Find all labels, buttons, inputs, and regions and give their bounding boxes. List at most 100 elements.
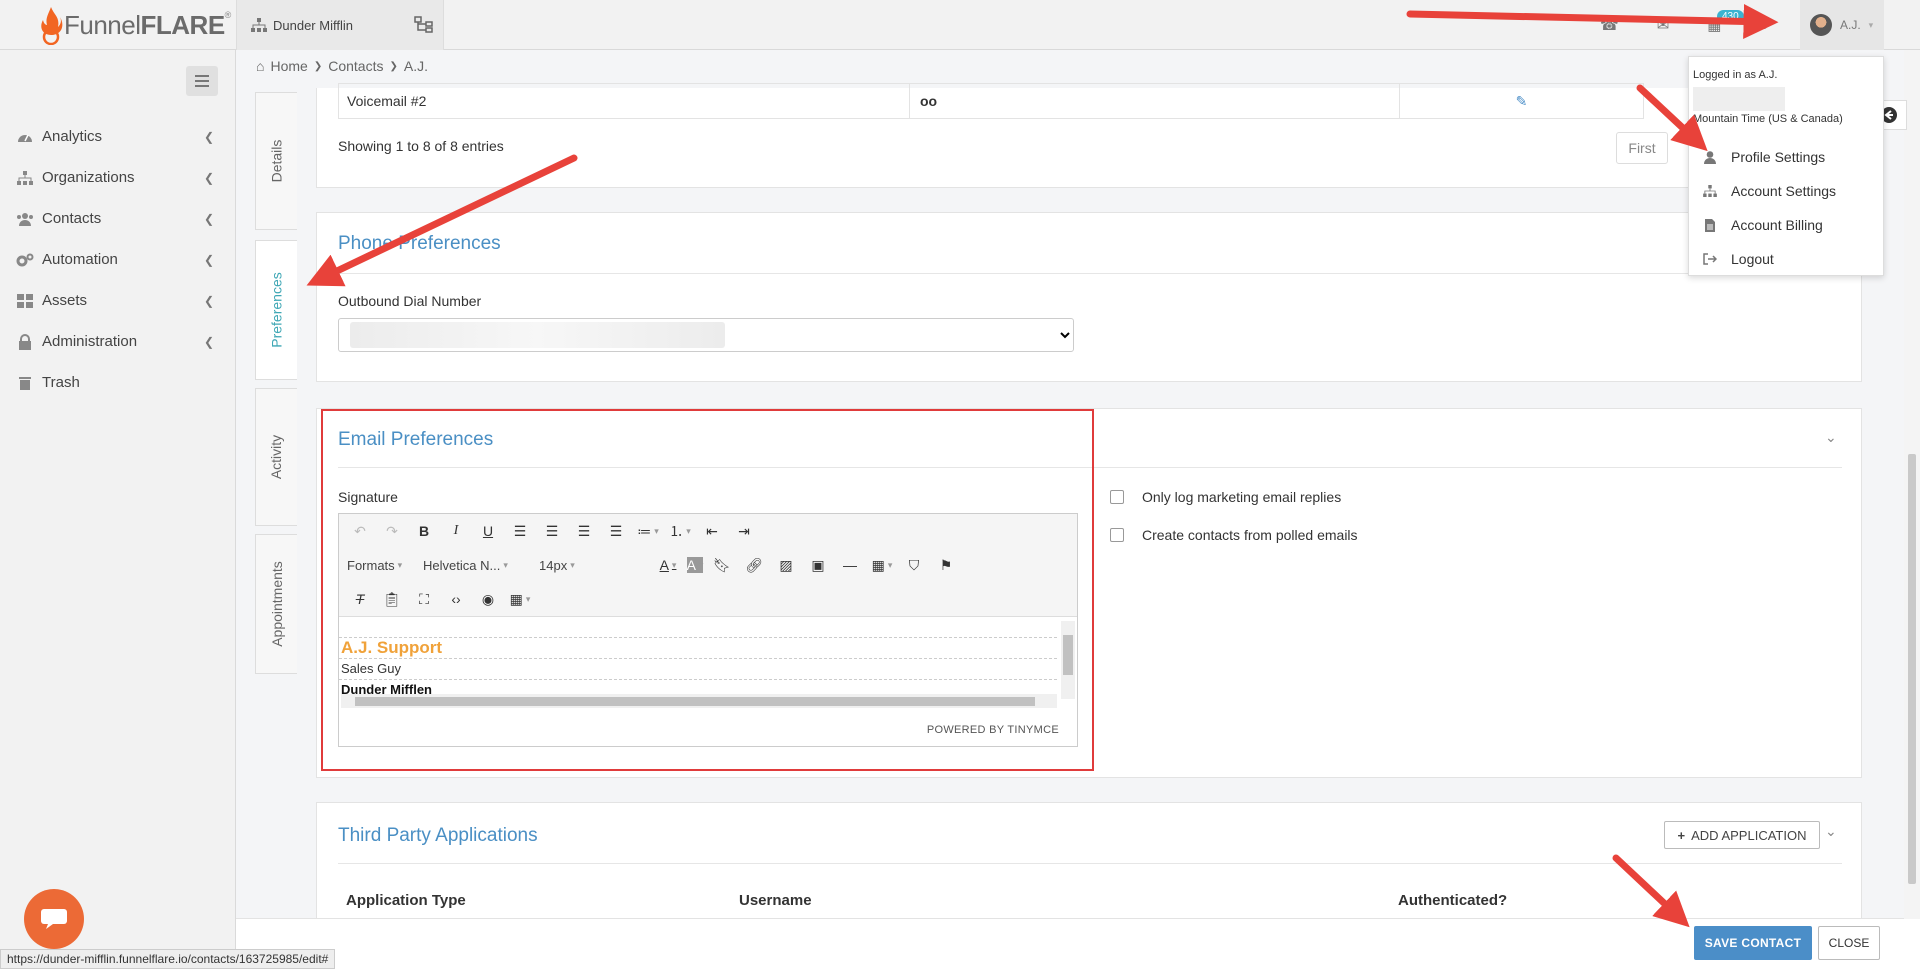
sidebar-item-contacts[interactable]: Contacts ❮ <box>0 198 236 239</box>
horizontal-rule-icon[interactable]: — <box>837 552 863 578</box>
create-contacts-checkbox[interactable] <box>1110 528 1124 542</box>
column-header: Username <box>739 892 812 909</box>
tree-icon <box>414 16 433 33</box>
tab-appointments[interactable]: Appointments <box>255 534 297 674</box>
flag-icon[interactable]: ⚑ <box>933 552 959 578</box>
chevron-right-icon: ❯ <box>389 60 398 72</box>
background-color-icon[interactable]: A <box>687 557 703 573</box>
top-icons: ☎ ✉ ▦ ● <box>1600 0 1769 50</box>
table-row: Voicemail #2 ᴏᴏ ✎ <box>338 83 1644 119</box>
signature-name: A.J. Support <box>339 637 1057 659</box>
media-icon[interactable]: ▣ <box>805 552 831 578</box>
sidebar-item-trash[interactable]: Trash <box>0 362 236 403</box>
tab-preferences[interactable]: Preferences <box>255 240 297 380</box>
align-justify-icon[interactable]: ☰ <box>603 518 629 544</box>
redacted-value <box>350 322 725 348</box>
user-name: A.J. <box>1840 18 1861 32</box>
align-center-icon[interactable]: ☰ <box>539 518 565 544</box>
user-icon <box>1703 150 1717 164</box>
checkbox-label: Only log marketing email replies <box>1142 489 1342 505</box>
profile-settings-item[interactable]: Profile Settings <box>1703 149 1825 165</box>
sidebar-item-assets[interactable]: Assets ❮ <box>0 280 236 321</box>
pencil-icon[interactable]: ✎ <box>1399 84 1643 118</box>
organization-name: Dunder Mifflin <box>273 17 353 33</box>
sidebar-item-administration[interactable]: Administration ❮ <box>0 321 236 362</box>
top-bar: FunnelFLARE® Dunder Mifflin ☎ ✉ ▦ ● 430 … <box>0 0 1920 50</box>
sidebar-item-organizations[interactable]: Organizations ❮ <box>0 157 236 198</box>
outdent-icon[interactable]: ⇤ <box>699 518 725 544</box>
only-log-replies-checkbox[interactable] <box>1110 490 1124 504</box>
editor-content[interactable]: A.J. Support Sales Guy Dunder Mifflen <box>339 616 1077 712</box>
font-family-select[interactable]: Helvetica N... <box>423 552 533 578</box>
pagination-first[interactable]: First <box>1616 132 1668 164</box>
bullet-list-icon[interactable]: ≔ <box>635 518 661 544</box>
mail-icon[interactable]: ✉ <box>1657 16 1670 34</box>
user-menu-toggle[interactable]: A.J. ▾ <box>1800 0 1884 50</box>
bold-icon[interactable]: B <box>411 518 437 544</box>
notification-badge: 430 <box>1717 10 1744 23</box>
create-contacts-option[interactable]: Create contacts from polled emails <box>1110 527 1358 543</box>
breadcrumb-contacts[interactable]: Contacts <box>328 58 383 74</box>
font-size-select[interactable]: 14px <box>539 552 649 578</box>
add-application-button[interactable]: + ADD APPLICATION <box>1664 821 1820 849</box>
formats-select[interactable]: Formats <box>347 552 417 578</box>
bookmark-icon[interactable]: 🔖︎ <box>709 552 735 578</box>
home-icon: ⌂ <box>256 58 265 74</box>
chevron-down-icon[interactable]: ⌄ <box>1825 429 1837 446</box>
bell-icon[interactable]: ● <box>1759 17 1768 34</box>
gauge-icon <box>16 129 34 145</box>
sidebar: Analytics ❮ Organizations ❮ Contacts ❮ A… <box>0 50 236 969</box>
paste-icon[interactable]: 📋︎ <box>379 586 405 612</box>
phone-icon[interactable]: ☎ <box>1600 16 1619 34</box>
powered-by-label: POWERED BY TINYMCE <box>926 724 1059 736</box>
italic-icon[interactable]: I <box>443 518 469 544</box>
tab-activity[interactable]: Activity <box>255 388 297 526</box>
menu-toggle-button[interactable] <box>186 66 218 96</box>
tag-icon[interactable]: ⛉ <box>901 552 927 578</box>
trash-icon <box>16 375 34 391</box>
sidebar-item-automation[interactable]: Automation ❮ <box>0 239 236 280</box>
tab-details[interactable]: Details <box>255 92 297 230</box>
account-settings-item[interactable]: Account Settings <box>1703 183 1836 199</box>
number-type: Voicemail #2 <box>347 93 427 109</box>
redo-icon[interactable]: ↷ <box>379 518 405 544</box>
source-code-icon[interactable]: ‹› <box>443 586 469 612</box>
account-billing-item[interactable]: Account Billing <box>1703 217 1823 233</box>
chat-widget-button[interactable] <box>24 889 84 949</box>
logout-item[interactable]: Logout <box>1703 251 1774 267</box>
indent-icon[interactable]: ⇥ <box>731 518 757 544</box>
chevron-left-icon: ❮ <box>203 334 214 349</box>
image-icon[interactable]: ▨ <box>773 552 799 578</box>
breadcrumb-home[interactable]: Home <box>270 58 307 74</box>
org-tree-toggle[interactable] <box>404 10 444 40</box>
close-button[interactable]: CLOSE <box>1818 926 1880 960</box>
timezone-label: Mountain Time (US & Canada) <box>1693 113 1843 125</box>
table-icon[interactable]: ▦ <box>869 552 895 578</box>
undo-icon[interactable]: ↶ <box>347 518 373 544</box>
numbered-list-icon[interactable]: ⒈ <box>667 518 693 544</box>
save-contact-button[interactable]: SAVE CONTACT <box>1694 926 1812 960</box>
text-color-icon[interactable]: A <box>655 552 681 578</box>
logged-in-label: Logged in as A.J. <box>1693 69 1778 81</box>
align-left-icon[interactable]: ☰ <box>507 518 533 544</box>
editor-horizontal-scrollbar[interactable] <box>341 694 1057 708</box>
preview-icon[interactable]: ◉ <box>475 586 501 612</box>
clear-formatting-icon[interactable]: T <box>347 586 373 612</box>
link-icon[interactable]: 🔗︎ <box>741 552 767 578</box>
sitemap-icon <box>251 18 267 32</box>
page-scrollbar[interactable] <box>1904 50 1920 919</box>
fullscreen-icon[interactable]: ⛶ <box>411 586 437 612</box>
column-header: Authenticated? <box>1398 892 1508 909</box>
chevron-down-icon[interactable]: ⌄ <box>1825 823 1837 840</box>
funnelflare-logo[interactable]: FunnelFLARE® <box>38 2 238 48</box>
sidebar-item-analytics[interactable]: Analytics ❮ <box>0 116 236 157</box>
only-log-replies-option[interactable]: Only log marketing email replies <box>1110 489 1341 505</box>
avatar <box>1810 14 1832 36</box>
chat-icon <box>41 909 67 929</box>
underline-icon[interactable]: U <box>475 518 501 544</box>
editor-vertical-scrollbar[interactable] <box>1061 621 1075 699</box>
align-right-icon[interactable]: ☰ <box>571 518 597 544</box>
chevron-left-icon: ❮ <box>203 211 214 226</box>
table-icon[interactable]: ▦ <box>507 586 533 612</box>
chevron-down-icon: ▾ <box>1868 19 1874 30</box>
